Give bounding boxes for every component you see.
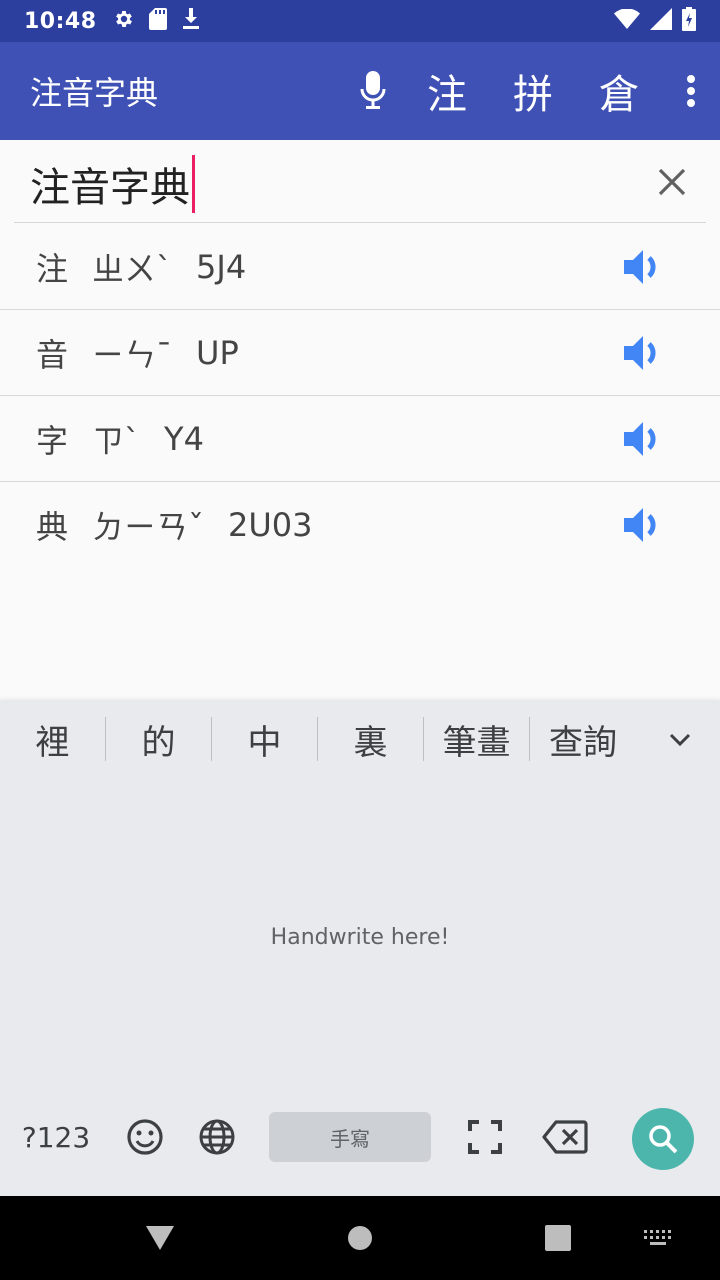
symbols-key[interactable]: ?123 bbox=[16, 1114, 96, 1160]
sd-card-icon bbox=[148, 8, 167, 34]
volume-up-icon bbox=[624, 508, 656, 542]
result-zhuyin: ㄧㄣˉ bbox=[92, 335, 173, 374]
emoji-key[interactable] bbox=[124, 1116, 166, 1158]
result-zhuyin: ㄓㄨˋ bbox=[92, 249, 173, 288]
search-key[interactable] bbox=[632, 1108, 694, 1170]
download-icon bbox=[181, 8, 201, 34]
status-notification-icons bbox=[113, 8, 201, 34]
search-field[interactable]: 注音字典 bbox=[0, 140, 720, 224]
status-time: 10:48 bbox=[24, 8, 97, 34]
suggestion-item[interactable]: 查詢 bbox=[530, 717, 636, 763]
result-char: 注 bbox=[36, 249, 69, 288]
speak-button[interactable] bbox=[622, 246, 664, 288]
fullscreen-icon bbox=[468, 1120, 502, 1154]
result-zhuyin: ㄗˋ bbox=[92, 421, 141, 460]
app-title: 注音字典 bbox=[30, 74, 159, 112]
keyboard-icon bbox=[644, 1230, 671, 1245]
wifi-icon bbox=[614, 8, 640, 33]
result-row[interactable]: 音 ㄧㄣˉ UP bbox=[0, 310, 720, 396]
result-code: 2U03 bbox=[228, 506, 313, 544]
settings-icon bbox=[113, 8, 135, 34]
mode-zhuyin-button[interactable]: 注 bbox=[404, 42, 490, 140]
result-code: 5J4 bbox=[196, 247, 247, 286]
volume-up-icon bbox=[624, 422, 656, 456]
handwrite-hint: Handwrite here! bbox=[270, 924, 450, 950]
home-button[interactable] bbox=[342, 1220, 378, 1256]
result-code: Y4 bbox=[164, 419, 204, 458]
search-input[interactable]: 注音字典 bbox=[30, 155, 195, 213]
space-key[interactable]: 手寫 bbox=[269, 1112, 431, 1162]
fullscreen-key[interactable] bbox=[464, 1116, 506, 1158]
result-list: 注 ㄓㄨˋ 5J4 音 ㄧㄣˉ UP 字 ㄗˋ Y4 典 ㄉㄧㄢˇ 2U03 bbox=[0, 224, 720, 568]
suggestion-item[interactable]: 中 bbox=[212, 717, 318, 763]
keyboard-bottom-row: ?123 手寫 bbox=[0, 1096, 720, 1196]
search-underline bbox=[14, 222, 706, 223]
backspace-key[interactable] bbox=[540, 1116, 590, 1158]
suggestion-item[interactable]: 筆畫 bbox=[424, 717, 530, 763]
home-circle-icon bbox=[348, 1226, 372, 1250]
keyboard-switch-button[interactable] bbox=[640, 1220, 676, 1256]
speak-button[interactable] bbox=[622, 504, 664, 546]
chevron-down-icon bbox=[669, 733, 691, 747]
backspace-icon bbox=[542, 1120, 588, 1154]
app-bar: 注音字典 注 拼 倉 bbox=[0, 42, 720, 140]
globe-icon bbox=[199, 1119, 235, 1155]
close-icon bbox=[658, 168, 686, 196]
result-row[interactable]: 典 ㄉㄧㄢˇ 2U03 bbox=[0, 482, 720, 568]
microphone-icon bbox=[360, 71, 386, 109]
battery-icon bbox=[682, 7, 696, 35]
result-zhuyin: ㄉㄧㄢˇ bbox=[92, 508, 205, 546]
volume-up-icon bbox=[624, 250, 656, 284]
result-code: UP bbox=[196, 333, 239, 372]
recents-button[interactable] bbox=[540, 1220, 576, 1256]
result-row[interactable]: 字 ㄗˋ Y4 bbox=[0, 396, 720, 482]
result-char: 字 bbox=[36, 421, 69, 460]
suggestion-item[interactable]: 的 bbox=[106, 717, 212, 763]
language-key[interactable] bbox=[196, 1116, 238, 1158]
expand-suggestions-button[interactable] bbox=[640, 731, 720, 747]
signal-icon bbox=[650, 8, 672, 34]
back-triangle-icon bbox=[146, 1226, 174, 1250]
voice-input-button[interactable] bbox=[342, 42, 404, 140]
emoji-icon bbox=[127, 1119, 163, 1155]
back-button[interactable] bbox=[142, 1220, 178, 1256]
handwriting-canvas[interactable]: Handwrite here! bbox=[0, 778, 720, 1096]
result-char: 典 bbox=[36, 508, 69, 546]
volume-up-icon bbox=[624, 336, 656, 370]
result-row[interactable]: 注 ㄓㄨˋ 5J4 bbox=[0, 224, 720, 310]
status-bar: 10:48 bbox=[0, 0, 720, 42]
more-vert-icon bbox=[687, 75, 695, 107]
result-char: 音 bbox=[36, 335, 69, 374]
text-cursor bbox=[192, 155, 195, 213]
search-input-text: 注音字典 bbox=[30, 165, 190, 211]
recents-square-icon bbox=[545, 1225, 571, 1251]
app-actions: 注 拼 倉 bbox=[342, 42, 720, 140]
speak-button[interactable] bbox=[622, 332, 664, 374]
status-system-icons bbox=[614, 7, 696, 35]
clear-button[interactable] bbox=[654, 164, 690, 200]
mode-pinyin-button[interactable]: 拼 bbox=[490, 42, 576, 140]
suggestion-item[interactable]: 裏 bbox=[318, 717, 424, 763]
suggestion-strip: 裡 的 中 裏 筆畫 查詢 bbox=[0, 700, 720, 778]
more-options-button[interactable] bbox=[662, 42, 720, 140]
navigation-bar bbox=[0, 1196, 720, 1280]
mode-cangjie-button[interactable]: 倉 bbox=[576, 42, 662, 140]
search-icon bbox=[649, 1125, 678, 1154]
speak-button[interactable] bbox=[622, 418, 664, 460]
suggestion-item[interactable]: 裡 bbox=[0, 717, 106, 763]
